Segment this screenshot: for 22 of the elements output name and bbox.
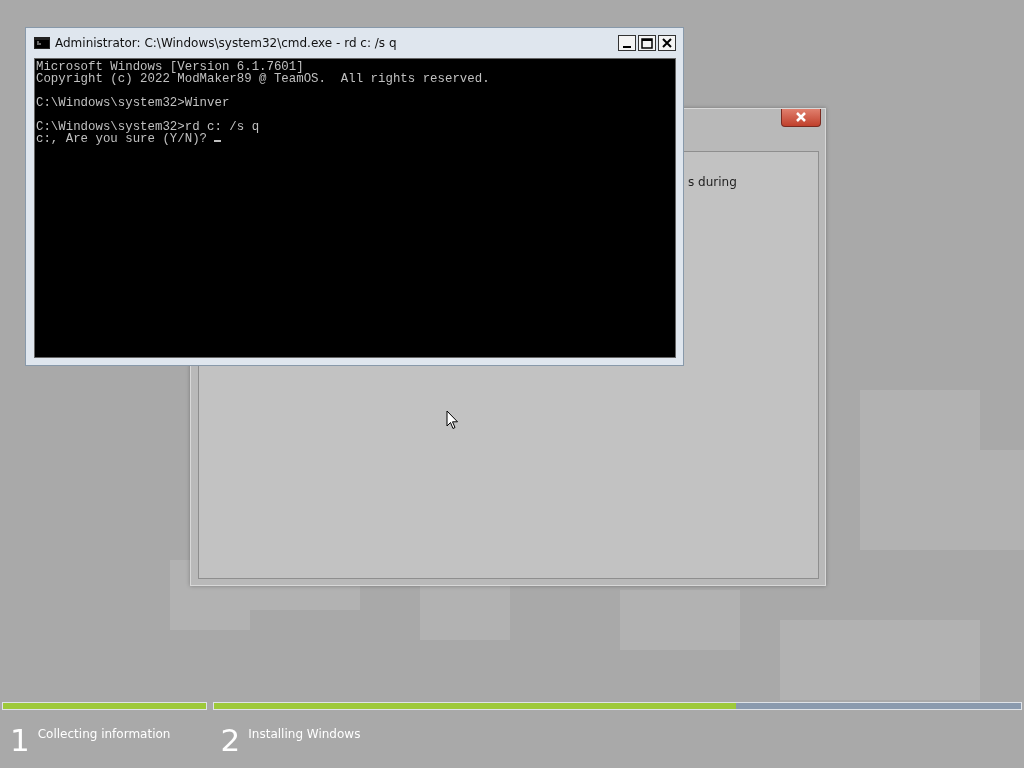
minimize-button[interactable] bbox=[618, 35, 636, 51]
close-button[interactable] bbox=[658, 35, 676, 51]
body-text: s during bbox=[688, 175, 737, 189]
close-icon bbox=[661, 37, 673, 49]
close-icon bbox=[795, 112, 807, 122]
window-title: Administrator: C:\Windows\system32\cmd.exe - rd c: /s q bbox=[55, 36, 398, 50]
console-line: Copyright (c) 2022 ModMaker89 @ TeamOS. All rights reserved. bbox=[36, 72, 490, 86]
step-number: 2 bbox=[220, 723, 241, 757]
console-line: Microsoft Windows [Version 6.1.7601] bbox=[36, 60, 304, 74]
step-label: Collecting information bbox=[37, 727, 171, 743]
console-line: C:\Windows\system32>Winver bbox=[36, 96, 230, 110]
mouse-pointer-icon bbox=[446, 410, 459, 430]
maximize-icon bbox=[641, 37, 653, 49]
minimize-icon bbox=[623, 46, 631, 48]
console-line: C:\Windows\system32>rd c: /s q bbox=[36, 120, 260, 134]
step-label: Installing Windows bbox=[248, 727, 361, 743]
console-line: c:, Are you sure (Y/N)? bbox=[36, 132, 208, 146]
text-cursor bbox=[214, 140, 222, 142]
step-number: 1 bbox=[10, 723, 30, 757]
maximize-button[interactable] bbox=[638, 35, 656, 51]
console-icon bbox=[34, 37, 50, 49]
close-button[interactable] bbox=[781, 109, 821, 127]
